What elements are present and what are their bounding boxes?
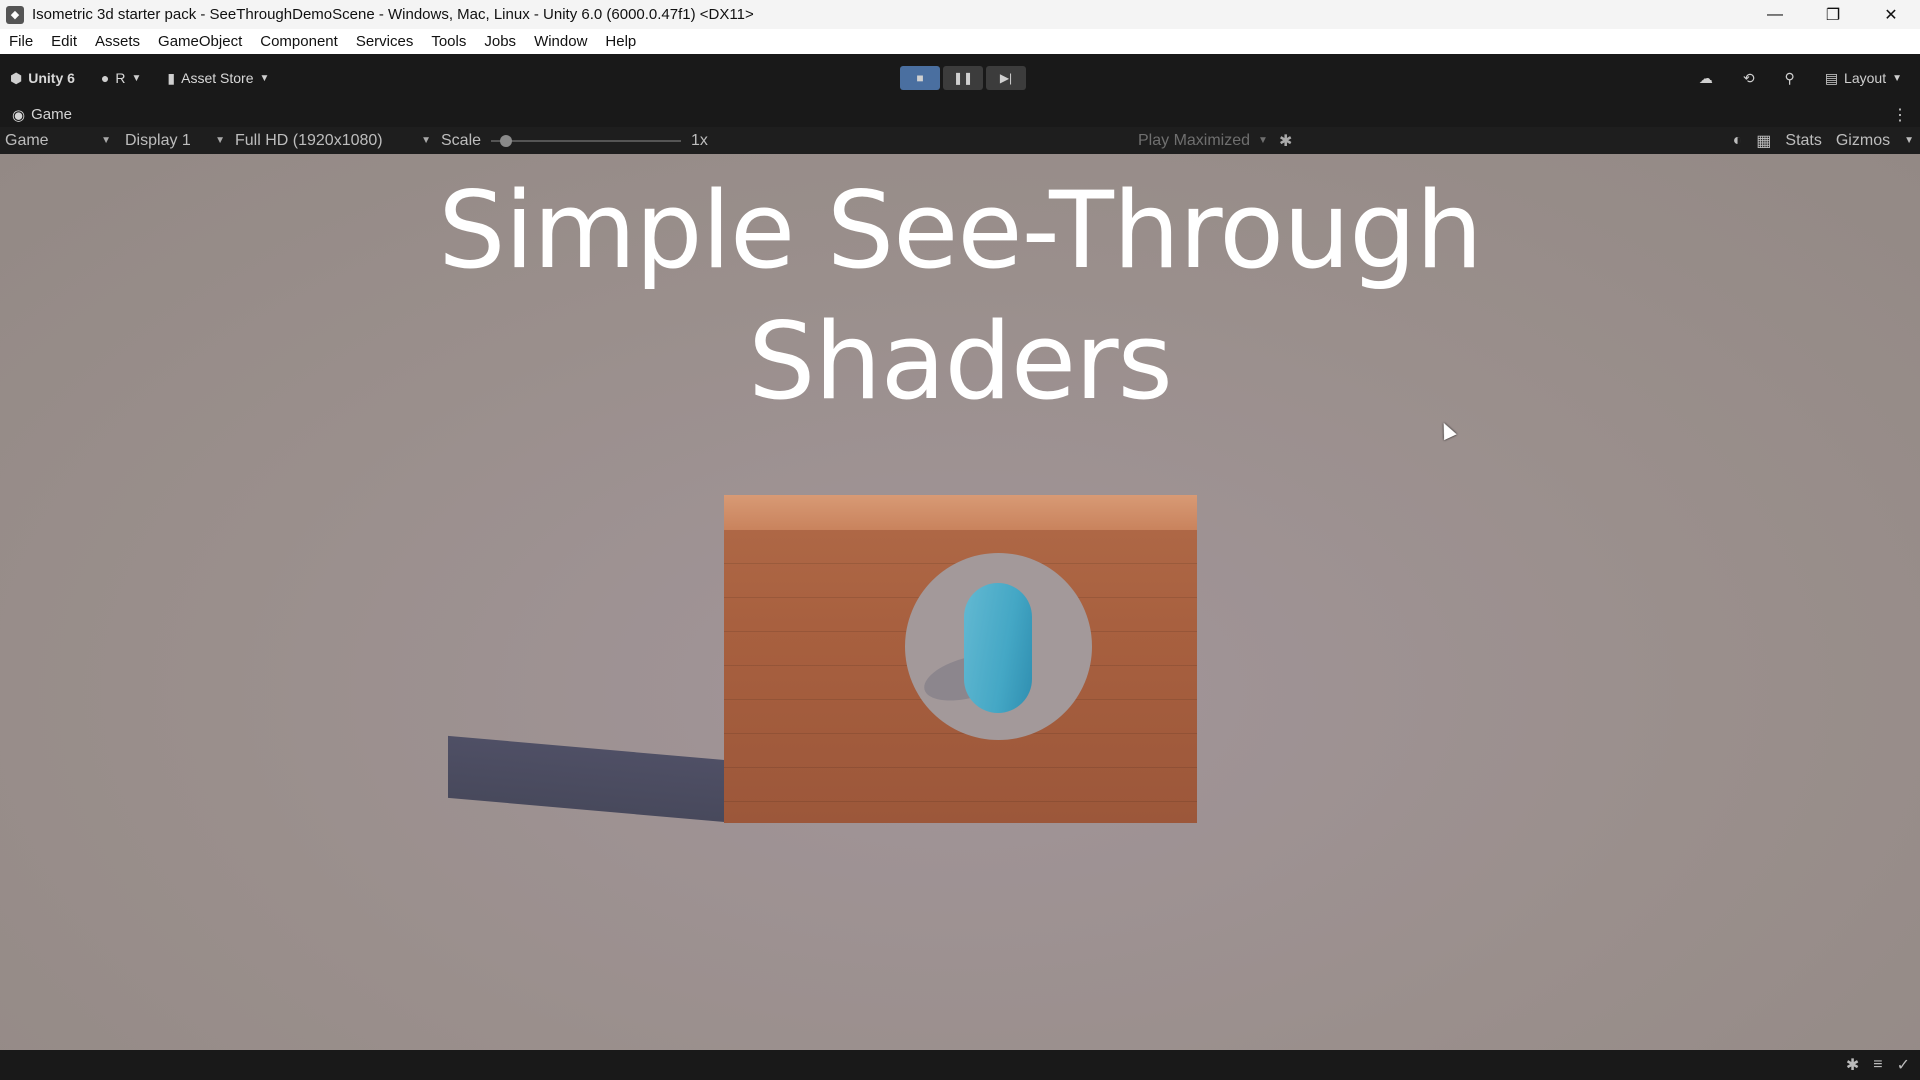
- menu-file[interactable]: File: [0, 33, 42, 50]
- resolution-label: Full HD (1920x1080): [235, 131, 383, 149]
- unity-label: Unity 6: [28, 70, 75, 86]
- scale-label: Scale: [441, 131, 482, 149]
- chevron-down-icon: ▼: [101, 135, 111, 146]
- resolution-dropdown[interactable]: Full HD (1920x1080) ▼: [225, 132, 431, 150]
- window-title: Isometric 3d starter pack - SeeThroughDe…: [32, 6, 754, 23]
- gizmos-button[interactable]: Gizmos: [1836, 132, 1890, 150]
- chevron-down-icon: ▼: [421, 135, 431, 146]
- menu-services[interactable]: Services: [347, 33, 423, 50]
- scale-control: Scale 1x: [431, 132, 708, 150]
- menu-gameobject[interactable]: GameObject: [149, 33, 251, 50]
- layout-icon: ▤: [1824, 69, 1839, 86]
- scene-headline-line2: Shaders: [748, 300, 1173, 423]
- account-label: R: [115, 70, 126, 86]
- view-mode-label: Game: [5, 131, 49, 149]
- wooden-wall-top: [724, 495, 1197, 530]
- user-icon: ●: [100, 70, 110, 86]
- scale-value: 1x: [691, 131, 708, 149]
- game-view-toolbar: Game ▼ Display 1 ▼ Full HD (1920x1080) ▼…: [0, 127, 1920, 154]
- close-button[interactable]: ✕: [1862, 0, 1920, 29]
- bug-icon[interactable]: ✱: [1279, 131, 1292, 151]
- display-label: Display 1: [125, 131, 191, 149]
- asset-store-dropdown[interactable]: ▮ Asset Store ▼: [167, 70, 269, 87]
- minimize-button[interactable]: —: [1746, 0, 1804, 29]
- window-title-bar: ◆ Isometric 3d starter pack - SeeThrough…: [0, 0, 1920, 29]
- scale-slider-track: [491, 139, 682, 142]
- menu-edit[interactable]: Edit: [42, 33, 86, 50]
- chevron-down-icon[interactable]: ▼: [1904, 135, 1914, 146]
- main-toolbar: ⬢ Unity 6 ● R ▼ ▮ Asset Store ▼ ■ ❚❚ ▶| …: [0, 54, 1920, 102]
- view-mode-dropdown[interactable]: Game ▼: [0, 132, 115, 150]
- search-icon[interactable]: ⚲: [1785, 70, 1795, 87]
- chevron-down-icon: ▼: [215, 135, 225, 146]
- check-circle-icon[interactable]: ✓: [1897, 1055, 1910, 1075]
- scale-slider-handle[interactable]: [499, 134, 512, 147]
- game-tab-strip: ◉ Game ⋮: [0, 102, 1920, 127]
- scene-headline-line1: Simple See-Through: [438, 169, 1483, 292]
- chevron-down-icon: ▼: [259, 72, 270, 84]
- chevron-down-icon: ▼: [131, 72, 142, 84]
- more-options-icon[interactable]: ⋮: [1892, 105, 1908, 125]
- play-mode-label: Play Maximized: [1138, 131, 1251, 149]
- tab-game-label: Game: [31, 106, 72, 123]
- play-mode-dropdown[interactable]: Play Maximized ▼: [1138, 132, 1268, 150]
- stats-button[interactable]: Stats: [1785, 132, 1821, 150]
- unity-logo-icon: ⬢: [10, 69, 23, 86]
- menu-assets[interactable]: Assets: [86, 33, 149, 50]
- grid-icon[interactable]: ▦: [1756, 131, 1771, 151]
- see-through-hole: [905, 553, 1092, 740]
- status-bar: ✱ ≡ ✓: [0, 1050, 1920, 1080]
- restore-button[interactable]: ❐: [1804, 0, 1862, 29]
- mute-audio-icon[interactable]: ◐: [1733, 132, 1743, 150]
- debug-icon[interactable]: ✱: [1846, 1055, 1859, 1075]
- unity-app-icon: ◆: [6, 5, 24, 24]
- pause-button[interactable]: ❚❚: [943, 66, 983, 90]
- unity-account-menu[interactable]: ⬢ Unity 6: [10, 70, 75, 87]
- step-button[interactable]: ▶|: [986, 66, 1026, 90]
- menu-component[interactable]: Component: [251, 33, 347, 50]
- cloud-icon[interactable]: ☁: [1699, 70, 1713, 87]
- layers-icon[interactable]: ≡: [1873, 1056, 1882, 1074]
- history-icon[interactable]: ⟲: [1743, 70, 1755, 87]
- menu-jobs[interactable]: Jobs: [475, 33, 525, 50]
- asset-store-label: Asset Store: [181, 70, 254, 86]
- menu-help[interactable]: Help: [596, 33, 645, 50]
- menu-window[interactable]: Window: [525, 33, 596, 50]
- game-viewport[interactable]: Simple See-Through Shaders: [0, 154, 1920, 1050]
- chevron-down-icon: ▼: [1892, 72, 1902, 84]
- shopping-bag-icon: ▮: [167, 69, 176, 86]
- layout-dropdown[interactable]: ▤ Layout ▼: [1825, 70, 1902, 87]
- display-dropdown[interactable]: Display 1 ▼: [115, 132, 225, 150]
- player-capsule: [964, 583, 1032, 713]
- tab-game[interactable]: ◉ Game: [12, 106, 72, 124]
- account-dropdown[interactable]: ● R ▼: [101, 70, 142, 86]
- gamepad-icon: ◉: [12, 106, 26, 124]
- layout-label: Layout: [1844, 70, 1887, 86]
- wall-shadow: [448, 735, 726, 823]
- stop-button[interactable]: ■: [900, 66, 940, 90]
- play-controls: ■ ❚❚ ▶|: [900, 66, 1026, 90]
- chevron-down-icon: ▼: [1258, 135, 1268, 146]
- menu-tools[interactable]: Tools: [422, 33, 475, 50]
- scale-slider[interactable]: [491, 134, 682, 148]
- menu-bar: File Edit Assets GameObject Component Se…: [0, 29, 1920, 55]
